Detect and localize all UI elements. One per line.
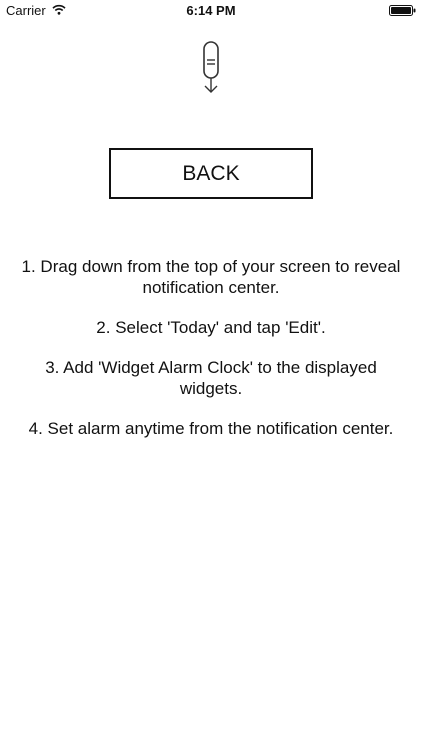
finger-swipe-down-icon bbox=[203, 41, 219, 93]
instruction-step-4: 4. Set alarm anytime from the notificati… bbox=[28, 419, 394, 438]
instruction-step-1: 1. Drag down from the top of your screen… bbox=[21, 257, 401, 297]
instructions-list: 1. Drag down from the top of your screen… bbox=[20, 256, 402, 458]
instruction-step-2: 2. Select 'Today' and tap 'Edit'. bbox=[96, 318, 326, 337]
status-time: 6:14 PM bbox=[186, 3, 236, 18]
battery-icon bbox=[389, 5, 416, 16]
instruction-step-3: 3. Add 'Widget Alarm Clock' to the displ… bbox=[45, 358, 377, 398]
status-bar: Carrier 6:14 PM bbox=[0, 0, 422, 22]
back-button[interactable]: BACK bbox=[109, 148, 313, 199]
